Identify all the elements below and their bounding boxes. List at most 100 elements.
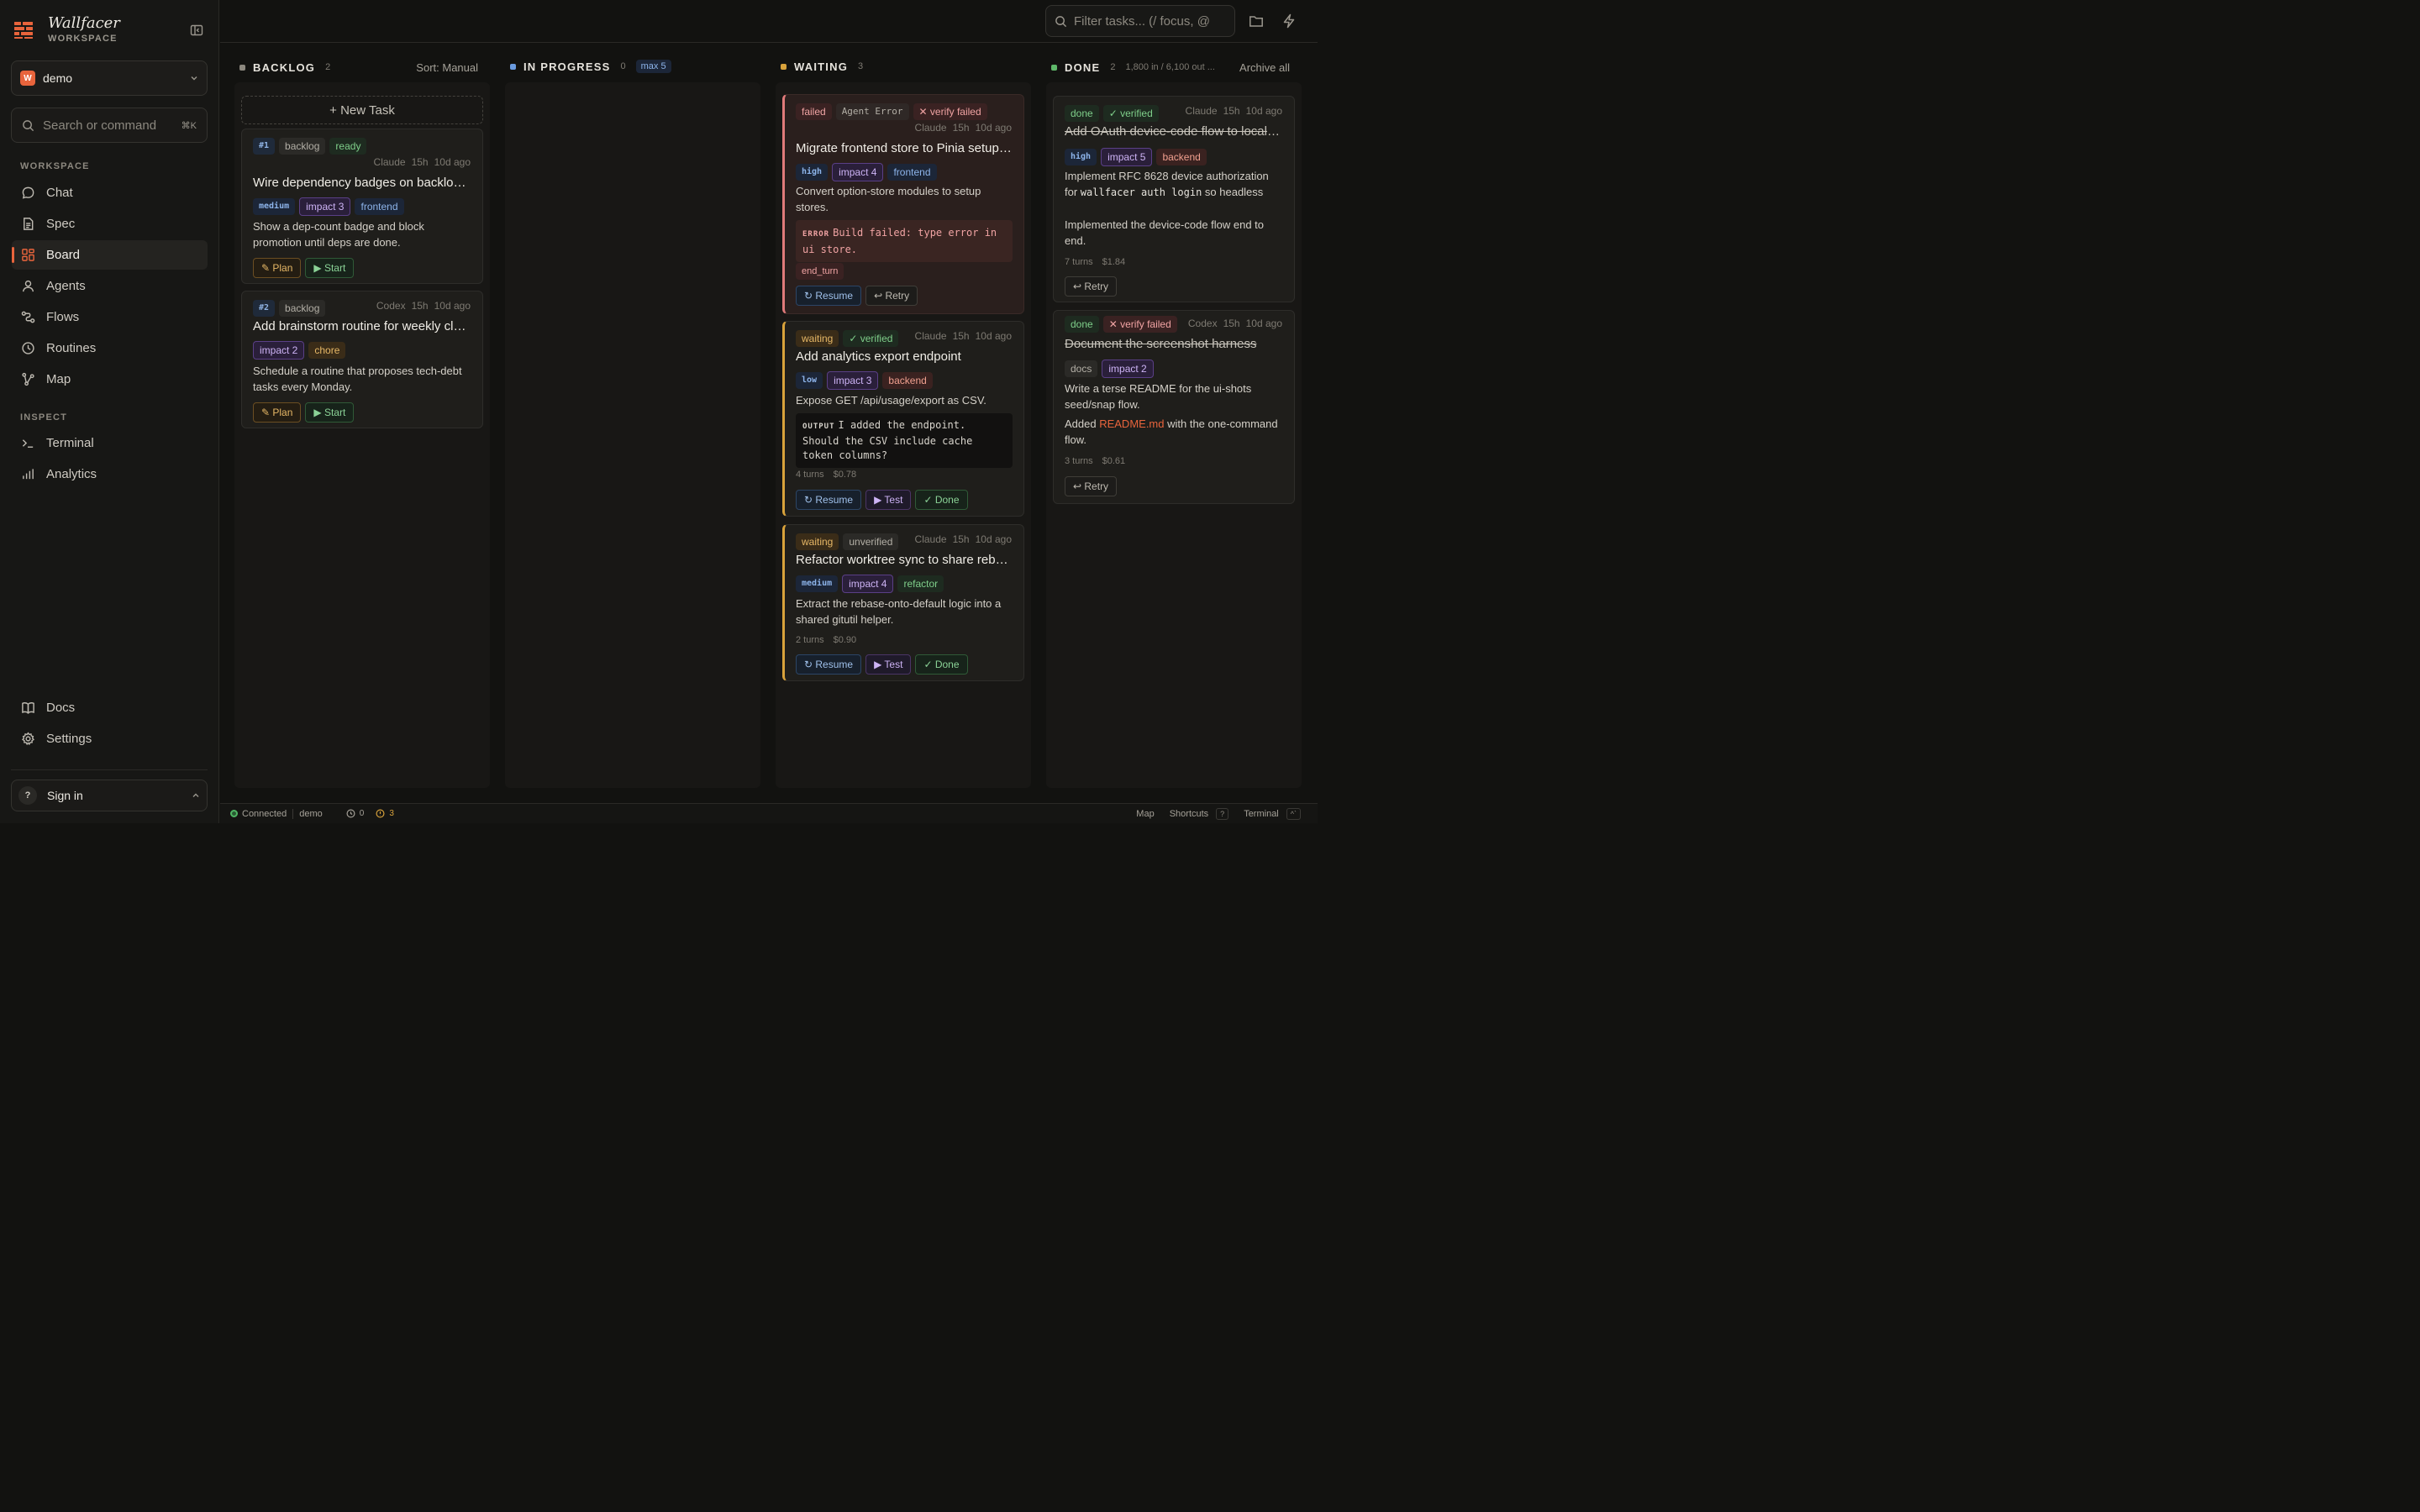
column-done: DONE 2 1,800 in / 6,100 out ... Archive … (1046, 52, 1302, 788)
card-stats: 7 turns $1.84 (1065, 257, 1134, 267)
result-text: Added (1065, 417, 1100, 430)
cost: $1.84 (1102, 257, 1126, 267)
column-count: 3 (858, 61, 864, 71)
card-description: Convert option-store modules to setup st… (796, 185, 981, 213)
sign-in-button[interactable]: ? Sign in (11, 780, 208, 811)
task-card[interactable]: waiting ✓ verified Claude 15h 10d ago Add … (782, 321, 1024, 517)
verify-badge: ✕ verify failed (913, 103, 987, 120)
column-title: IN PROGRESS (523, 60, 611, 73)
done-button[interactable]: ✓ Done (915, 490, 968, 510)
card-stats: 4 turns $0.78 (796, 470, 865, 480)
tag-row: high impact 4 frontend (796, 163, 937, 181)
done-button[interactable]: ✓ Done (915, 654, 968, 675)
nav-item-analytics[interactable]: Analytics (12, 459, 208, 489)
column-count: 2 (325, 62, 331, 72)
card-description: Implement RFC 8628 device authorization … (1065, 168, 1283, 201)
test-button[interactable]: ▶ Test (865, 654, 912, 675)
duration: 15h (1223, 318, 1240, 329)
nav-item-chat[interactable]: Chat (12, 178, 208, 207)
resume-button[interactable]: ↻ Resume (796, 490, 862, 510)
clock-icon (22, 342, 34, 354)
test-button[interactable]: ▶ Test (865, 490, 912, 510)
task-card[interactable]: #2 backlog Codex 15h 10d ago Add brainstor… (241, 291, 483, 428)
folder-icon[interactable] (1249, 13, 1264, 29)
nav-item-terminal[interactable]: Terminal (12, 428, 208, 458)
column-count: 2 (1110, 62, 1116, 72)
brand[interactable]: Wallfacer WORKSPACE (13, 15, 120, 44)
chat-bubble-icon (22, 186, 34, 199)
sort-control[interactable]: Sort: Manual (416, 61, 478, 74)
nav-item-board[interactable]: Board (12, 240, 208, 270)
nav-item-flows[interactable]: Flows (12, 302, 208, 332)
sign-in-label: Sign in (47, 789, 83, 802)
nav-item-spec[interactable]: Spec (12, 209, 208, 239)
task-card[interactable]: waiting unverified Claude 15h 10d ago Refa… (782, 524, 1024, 681)
duration: 15h (952, 533, 970, 545)
tag-row: failed Agent Error ✕ verify failed (796, 103, 987, 120)
readme-link[interactable]: README.md (1099, 417, 1164, 430)
retry-button[interactable]: ↩ Retry (865, 286, 918, 306)
task-card[interactable]: failed Agent Error ✕ verify failed Claud… (782, 94, 1024, 314)
priority-badge: high (1065, 149, 1097, 165)
timers-indicator[interactable]: 0 (346, 809, 365, 818)
terminal-link[interactable]: Terminal ^` (1244, 807, 1301, 820)
command-search[interactable]: ⌘K (11, 108, 208, 143)
new-task-button[interactable]: + New Task (241, 96, 483, 124)
nav-label: Agents (46, 279, 86, 293)
card-description: Extract the rebase-onto-default logic in… (796, 597, 1002, 626)
task-filter-input[interactable] (1074, 13, 1225, 29)
column-body: + New Task #1 backlog ready Claude 15h 10d… (234, 82, 490, 788)
verify-badge: ✓ verified (843, 330, 899, 347)
card-meta: Claude 15h 10d ago (909, 330, 1012, 342)
resume-button[interactable]: ↻ Resume (796, 286, 862, 306)
start-button[interactable]: ▶ Start (305, 402, 355, 423)
task-filter[interactable] (1045, 5, 1235, 37)
archive-all-button[interactable]: Archive all (1239, 61, 1290, 74)
agent-name: Claude (914, 122, 947, 134)
task-card[interactable]: done ✓ verified Claude 15h 10d ago Add OAu… (1053, 96, 1295, 302)
nav-item-map[interactable]: Map (12, 365, 208, 394)
alerts-indicator[interactable]: 3 (376, 809, 394, 818)
tag-row: medium impact 3 frontend (253, 197, 404, 216)
nav-item-settings[interactable]: Settings (12, 724, 208, 753)
command-search-input[interactable] (43, 118, 182, 133)
button-row: ↻ Resume ↩ Retry (796, 286, 918, 306)
timers-count: 0 (359, 809, 365, 818)
column-title: BACKLOG (253, 60, 316, 74)
terminal-key: ^` (1286, 807, 1301, 820)
card-meta: Claude 15h 10d ago (1180, 105, 1282, 117)
shortcuts-key: ? (1216, 807, 1229, 820)
card-title: Refactor worktree sync to share rebase l… (796, 553, 1013, 567)
lightning-icon[interactable] (1281, 13, 1297, 29)
nav-item-agents[interactable]: Agents (12, 271, 208, 301)
connection-label: Connected (242, 808, 287, 819)
column-header: DONE 2 1,800 in / 6,100 out ... Archive … (1046, 52, 1302, 82)
map-link[interactable]: Map (1136, 809, 1154, 819)
plan-button[interactable]: ✎ Plan (253, 402, 302, 423)
status-badge: backlog (279, 138, 326, 155)
age: 10d ago (434, 156, 471, 168)
task-card[interactable]: done ✕ verify failed Codex 15h 10d ago Doc… (1053, 310, 1295, 504)
flow-icon (21, 311, 35, 323)
sidebar-collapse-icon[interactable] (190, 24, 203, 37)
nav-label: Settings (46, 732, 92, 746)
card-meta: Claude 15h 10d ago (909, 122, 1012, 134)
retry-button[interactable]: ↩ Retry (1065, 276, 1118, 297)
shortcuts-link[interactable]: Shortcuts? (1169, 807, 1229, 820)
card-title: Document the screenshot harness (1065, 337, 1257, 351)
start-button[interactable]: ▶ Start (305, 258, 355, 278)
plan-button[interactable]: ✎ Plan (253, 258, 302, 278)
resume-button[interactable]: ↻ Resume (796, 654, 862, 675)
card-meta: Claude 15h 10d ago (909, 533, 1012, 545)
nav-item-docs[interactable]: Docs (12, 693, 208, 722)
workspace-name: demo (43, 71, 73, 85)
task-card[interactable]: #1 backlog ready Claude 15h 10d ago Wire d… (241, 129, 483, 284)
top-bar (220, 0, 1318, 43)
priority-badge: low (796, 372, 823, 389)
nav-item-routines[interactable]: Routines (12, 333, 208, 363)
workspace-selector[interactable]: W demo (11, 60, 208, 96)
error-label: ERROR (802, 230, 830, 239)
retry-button[interactable]: ↩ Retry (1065, 476, 1118, 496)
shortcuts-label: Shortcuts (1169, 808, 1209, 819)
agent-name: Claude (914, 533, 947, 545)
